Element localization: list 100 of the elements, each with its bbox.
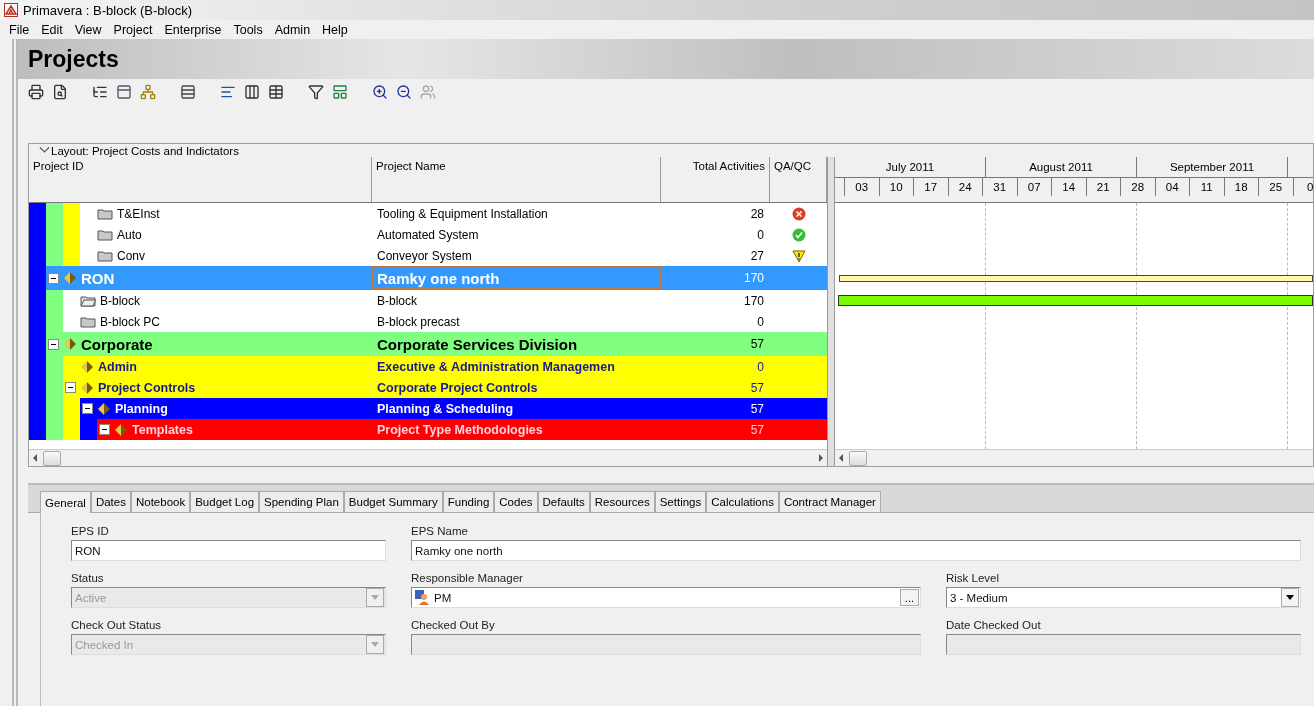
- week-header: 0: [1293, 178, 1313, 196]
- week-header: 03: [845, 178, 880, 196]
- table-cell: Planning: [115, 401, 168, 416]
- layout-icon[interactable]: [330, 82, 350, 102]
- diamond-icon: [114, 422, 128, 437]
- table-cell: Corporate: [81, 335, 153, 353]
- collapse-icon[interactable]: [82, 403, 93, 414]
- column-header[interactable]: Project Name: [372, 157, 661, 202]
- page-title: Projects: [28, 45, 119, 73]
- dropdown-field[interactable]: 3 - Medium: [946, 587, 1301, 608]
- diamond-icon: [63, 271, 77, 285]
- week-header: 18: [1224, 178, 1259, 196]
- table-cell-text: Corporate Project Controls: [376, 379, 539, 397]
- tab[interactable]: Budget Log: [190, 491, 260, 512]
- table-cell-text: 57: [749, 422, 765, 437]
- month-header: July 2011: [835, 157, 986, 177]
- column-header[interactable]: Total Activities: [661, 157, 770, 202]
- table-cell-text: 170: [742, 293, 765, 308]
- week-header: 04: [1155, 178, 1190, 196]
- table-cell-text: 27: [749, 248, 765, 263]
- table-icon[interactable]: [266, 82, 286, 102]
- menu-item[interactable]: Help: [317, 22, 353, 37]
- table-cell-text: Tooling & Equipment Installation: [376, 205, 549, 223]
- field-label: Status: [71, 572, 105, 584]
- group-icon[interactable]: [178, 82, 198, 102]
- printer-icon[interactable]: [26, 82, 46, 102]
- tab[interactable]: Codes: [494, 491, 538, 512]
- week-header: 24: [948, 178, 983, 196]
- table-cell-text: 57: [749, 337, 765, 351]
- menu-item[interactable]: Tools: [228, 22, 268, 37]
- field-label: Date Checked Out: [946, 619, 1042, 631]
- scroll-thumb[interactable]: [43, 450, 61, 466]
- collapse-icon[interactable]: [48, 272, 59, 284]
- scroll-thumb[interactable]: [849, 450, 867, 466]
- user-icon: [415, 590, 430, 605]
- tab[interactable]: Contract Manager: [778, 491, 881, 512]
- table-cell-text: 57: [749, 401, 765, 416]
- table-cell: Templates: [132, 422, 193, 437]
- diamond-icon: [80, 359, 94, 374]
- table-cell-text: Planning & Scheduling: [376, 400, 515, 418]
- collapse-icon[interactable]: [99, 424, 110, 435]
- menu-item[interactable]: View: [69, 22, 107, 37]
- month-header: September 2011: [1137, 157, 1288, 177]
- hierarchy-icon[interactable]: [138, 82, 158, 102]
- input-field[interactable]: Ramky one north: [411, 540, 1301, 561]
- tab[interactable]: Resources: [589, 491, 655, 512]
- table-cell-text: B-block precast: [376, 313, 461, 331]
- table-cell: Ramky one north: [372, 266, 661, 290]
- scroll-left-icon[interactable]: [839, 454, 843, 462]
- table-cell-text: B-block: [376, 292, 418, 310]
- table-cell-text: 0: [756, 359, 765, 374]
- table-cell-text: 170: [742, 271, 765, 285]
- diamond-icon: [63, 337, 77, 351]
- table-cell: Conv: [117, 248, 145, 263]
- week-header: 11: [1190, 178, 1225, 196]
- tab[interactable]: Settings: [654, 491, 707, 512]
- menu-item[interactable]: File: [4, 22, 35, 37]
- menu-item[interactable]: Admin: [269, 22, 316, 37]
- field-label: EPS ID: [71, 525, 110, 537]
- table-cell-text: Corporate Services Division: [376, 334, 579, 355]
- input-field[interactable]: RON: [71, 540, 386, 561]
- details-icon[interactable]: [114, 82, 134, 102]
- columns-icon[interactable]: [242, 82, 262, 102]
- week-header: 17: [914, 178, 949, 196]
- collapse-icon[interactable]: [48, 338, 59, 350]
- menu-item[interactable]: Project: [108, 22, 158, 37]
- menu-item[interactable]: Enterprise: [159, 22, 227, 37]
- table-cell: T&EInst: [117, 206, 160, 221]
- table-cell: Admin: [98, 359, 137, 374]
- tab[interactable]: Dates: [90, 491, 131, 512]
- tab[interactable]: Defaults: [537, 491, 590, 512]
- field-label: Risk Level: [946, 572, 1001, 584]
- tab[interactable]: Notebook: [130, 491, 191, 512]
- browse-button[interactable]: ...: [899, 589, 919, 606]
- week-header: 10: [879, 178, 914, 196]
- tab[interactable]: Calculations: [706, 491, 779, 512]
- week-header: 14: [1052, 178, 1087, 196]
- month-header: August 2011: [986, 157, 1137, 177]
- week-header: 21: [1086, 178, 1121, 196]
- tab[interactable]: Budget Summary: [343, 491, 443, 512]
- table-cell: B-block: [100, 293, 140, 308]
- tab[interactable]: General: [40, 491, 91, 513]
- menu-item[interactable]: Edit: [36, 22, 68, 37]
- field-label: Check Out Status: [71, 619, 163, 631]
- table-cell-text: 28: [749, 206, 765, 221]
- field-label: EPS Name: [411, 525, 469, 537]
- week-header: 31: [983, 178, 1018, 196]
- column-header[interactable]: Project ID: [29, 157, 372, 202]
- scroll-left-icon[interactable]: [33, 454, 37, 462]
- field-label: Responsible Manager: [411, 572, 524, 584]
- lookup-field[interactable]: PM ...: [411, 587, 921, 608]
- week-header: 28: [1121, 178, 1156, 196]
- week-header: 07: [1017, 178, 1052, 196]
- collapse-icon[interactable]: [65, 382, 76, 393]
- filter-icon[interactable]: [306, 82, 326, 102]
- table-cell-text: Automated System: [376, 226, 480, 244]
- scroll-right-icon[interactable]: [819, 454, 823, 462]
- diamond-icon: [97, 401, 111, 416]
- tab[interactable]: Funding: [442, 491, 495, 512]
- tab[interactable]: Spending Plan: [259, 491, 344, 512]
